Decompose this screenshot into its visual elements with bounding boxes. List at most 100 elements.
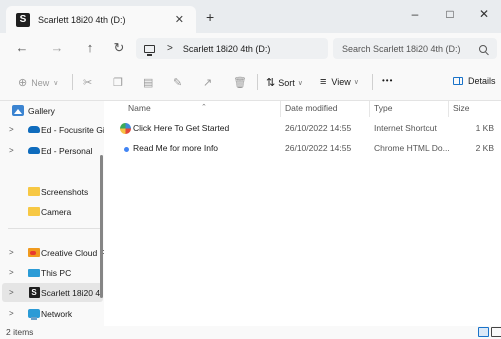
tab-close-icon[interactable]: ✕ xyxy=(175,13,184,26)
refresh-button[interactable]: ↻ xyxy=(111,40,127,56)
sidebar-item-label: Gallery xyxy=(28,105,55,116)
column-header-size[interactable]: Size xyxy=(453,103,470,113)
table-row[interactable]: Read Me for more Info 26/10/2022 14:55 C… xyxy=(104,140,501,159)
file-name[interactable]: Read Me for more Info xyxy=(133,143,218,153)
this-pc-icon xyxy=(144,44,155,56)
divider xyxy=(257,74,258,90)
sidebar-scrollbar[interactable] xyxy=(100,155,103,298)
view-button[interactable]: ≡ View ∨ xyxy=(320,76,359,88)
copy-icon[interactable]: ❐ xyxy=(113,76,123,89)
sort-icon: ⇅ xyxy=(266,77,276,89)
folder-icon xyxy=(28,206,40,217)
sidebar-item-ed-personal[interactable]: > Ed - Personal xyxy=(0,141,104,160)
file-date: 26/10/2022 14:55 xyxy=(285,143,352,153)
up-button[interactable]: ↑ xyxy=(82,40,98,55)
paste-icon[interactable]: ▤ xyxy=(143,76,153,89)
cut-icon[interactable]: ✂ xyxy=(83,76,92,89)
tab-title: Scarlett 18i20 4th (D:) xyxy=(38,14,126,25)
sort-indicator-icon: ⌃ xyxy=(201,104,207,111)
details-label: Details xyxy=(468,76,496,86)
column-header-type[interactable]: Type xyxy=(374,103,392,113)
new-tab-button[interactable]: + xyxy=(206,9,214,25)
sidebar-item-network[interactable]: > Network xyxy=(0,304,104,323)
sidebar-item-gallery[interactable]: Gallery xyxy=(0,101,104,120)
chevron-right-icon[interactable]: > xyxy=(9,125,14,134)
sidebar-item-label: Ed - Focusrite Gi xyxy=(41,124,104,135)
sidebar-item-label: Creative Cloud F xyxy=(41,247,104,258)
search-box[interactable]: Search Scarlett 18i20 4th (D:) xyxy=(333,38,497,59)
status-bar: 2 items xyxy=(0,326,501,339)
back-button[interactable]: ← xyxy=(14,40,30,55)
this-pc-icon xyxy=(28,267,40,278)
sort-label: Sort xyxy=(278,77,295,88)
details-pane-button[interactable]: Details xyxy=(453,76,496,86)
file-type: Internet Shortcut xyxy=(374,123,437,133)
sidebar-item-label: This PC xyxy=(41,267,72,278)
details-pane-icon xyxy=(453,77,463,85)
sidebar-item-camera[interactable]: Camera xyxy=(0,202,104,221)
command-bar: ⊕ New ∨ ✂ ❐ ▤ ✎ ↗ 🗑 ⇅ Sort ∨ ≡ View ∨ ••… xyxy=(0,63,501,101)
sidebar-item-creative-cloud[interactable]: > Creative Cloud F xyxy=(0,243,104,262)
onedrive-icon xyxy=(28,145,40,156)
search-icon[interactable] xyxy=(479,44,487,53)
share-icon[interactable]: ↗ xyxy=(203,76,212,89)
divider xyxy=(72,74,73,90)
title-bar: S Scarlett 18i20 4th (D:) ✕ + – □ ✕ xyxy=(0,0,501,33)
file-size: 1 KB xyxy=(475,123,494,133)
chevron-down-icon: ∨ xyxy=(297,79,303,87)
folder-icon xyxy=(28,186,40,197)
more-options-icon[interactable]: ••• xyxy=(382,76,393,85)
file-size: 2 KB xyxy=(475,143,494,153)
breadcrumb-chevron-icon[interactable]: > xyxy=(167,43,173,54)
file-name[interactable]: Click Here To Get Started xyxy=(133,123,229,133)
divider xyxy=(448,101,449,117)
chevron-down-icon: ∨ xyxy=(353,79,359,86)
table-row[interactable]: Click Here To Get Started 26/10/2022 14:… xyxy=(104,120,501,139)
sidebar-item-label: Ed - Personal xyxy=(41,145,93,156)
tab-scarlett-drive[interactable]: S Scarlett 18i20 4th (D:) ✕ xyxy=(6,6,196,33)
divider xyxy=(369,101,370,117)
drive-icon: S xyxy=(28,287,40,298)
address-bar[interactable]: > Scarlett 18i20 4th (D:) xyxy=(136,38,328,59)
sidebar-item-label: Camera xyxy=(41,206,72,217)
sidebar-item-label: Screenshots xyxy=(41,186,89,197)
column-header-date[interactable]: Date modified xyxy=(285,103,337,113)
chevron-right-icon[interactable]: > xyxy=(9,288,14,297)
sort-button[interactable]: ⇅ Sort ∨ xyxy=(266,76,303,89)
column-header-name[interactable]: Name xyxy=(128,103,151,113)
chevron-down-icon: ∨ xyxy=(53,79,59,87)
divider xyxy=(8,228,100,229)
navigation-pane: Gallery > Ed - Focusrite Gi > Ed - Perso… xyxy=(0,101,104,326)
view-icon: ≡ xyxy=(320,76,327,88)
divider xyxy=(372,74,373,90)
chevron-right-icon[interactable]: > xyxy=(9,309,14,318)
rename-icon[interactable]: ✎ xyxy=(173,76,182,89)
sidebar-item-label: Scarlett 18i20 4t xyxy=(41,287,103,298)
onedrive-icon xyxy=(28,124,40,135)
chevron-right-icon[interactable]: > xyxy=(9,268,14,277)
close-window-button[interactable]: ✕ xyxy=(474,7,494,21)
address-row: ← → ↑ ↻ > Scarlett 18i20 4th (D:) Search… xyxy=(0,33,501,63)
breadcrumb-drive[interactable]: Scarlett 18i20 4th (D:) xyxy=(183,44,271,54)
search-input[interactable]: Search Scarlett 18i20 4th (D:) xyxy=(342,44,479,54)
sidebar-item-ed-focusrite[interactable]: > Ed - Focusrite Gi xyxy=(0,120,104,139)
maximize-button[interactable]: □ xyxy=(440,7,460,21)
network-icon xyxy=(28,308,40,320)
creative-cloud-icon xyxy=(28,247,40,258)
forward-button[interactable]: → xyxy=(49,40,65,55)
delete-icon[interactable]: 🗑 xyxy=(233,76,247,89)
details-view-icon[interactable] xyxy=(478,327,489,337)
sidebar-item-scarlett-drive[interactable]: > S Scarlett 18i20 4t xyxy=(2,283,103,302)
chevron-right-icon[interactable]: > xyxy=(9,146,14,155)
new-label: New xyxy=(31,77,50,88)
sidebar-item-this-pc[interactable]: > This PC xyxy=(0,263,104,282)
file-date: 26/10/2022 14:55 xyxy=(285,123,352,133)
view-label: View xyxy=(331,77,351,87)
minimize-button[interactable]: – xyxy=(405,7,425,21)
sidebar-item-screenshots[interactable]: Screenshots xyxy=(0,182,104,201)
plus-circle-icon: ⊕ xyxy=(18,77,28,89)
tiles-view-icon[interactable] xyxy=(491,327,501,337)
new-button[interactable]: ⊕ New ∨ xyxy=(18,76,58,89)
divider xyxy=(280,101,281,117)
chevron-right-icon[interactable]: > xyxy=(9,248,14,257)
